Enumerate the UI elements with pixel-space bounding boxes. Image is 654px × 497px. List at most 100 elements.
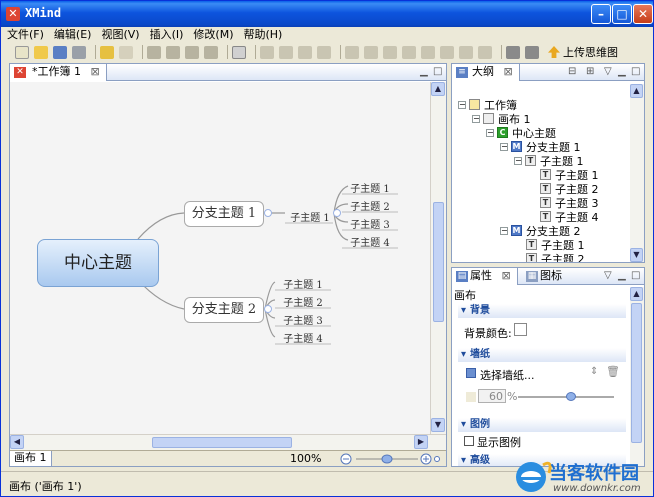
menu-file[interactable]: 文件(F) bbox=[7, 27, 44, 43]
tree-row[interactable]: − T 子主题 1 bbox=[514, 154, 584, 168]
new-icon[interactable] bbox=[15, 45, 29, 59]
maximize-view-icon[interactable]: □ bbox=[433, 66, 442, 77]
menu-modify[interactable]: 修改(M) bbox=[193, 27, 233, 43]
tree-row[interactable]: T 子主题 1 bbox=[526, 238, 585, 252]
branch-topic-2[interactable]: 分支主题 2 bbox=[184, 297, 264, 323]
tree-row[interactable]: − M 分支主题 2 bbox=[500, 224, 581, 238]
collapse-icon[interactable]: − bbox=[458, 100, 466, 109]
canvas-vertical-scrollbar[interactable]: ▲ ▼ bbox=[430, 82, 446, 434]
expand-all-icon[interactable]: ⊞ bbox=[586, 66, 594, 77]
redo-icon[interactable] bbox=[119, 45, 133, 59]
tree-row[interactable]: − 画布 1 bbox=[472, 112, 531, 126]
scroll-left-icon[interactable]: ◀ bbox=[10, 435, 24, 449]
image-icon[interactable] bbox=[364, 45, 378, 59]
cut-icon[interactable] bbox=[147, 45, 161, 59]
upload-map-button[interactable]: 上传思维图 bbox=[548, 44, 618, 60]
tree-row[interactable]: − M 分支主题 1 bbox=[500, 140, 581, 154]
spinner-icon[interactable]: ⇕ bbox=[590, 366, 598, 377]
back-icon[interactable] bbox=[506, 45, 520, 59]
insert-parent-icon[interactable] bbox=[298, 45, 312, 59]
label-icon[interactable] bbox=[459, 45, 473, 59]
branch-topic-1[interactable]: 分支主题 1 bbox=[184, 201, 264, 227]
minimize-button[interactable]: – bbox=[591, 4, 611, 24]
subtopic-b2-1[interactable]: 子主题 1 bbox=[273, 276, 333, 291]
collapse-all-icon[interactable]: ⊟ bbox=[568, 66, 576, 77]
opacity-input[interactable]: 60 bbox=[478, 389, 506, 403]
tree-row[interactable]: T 子主题 2 bbox=[540, 182, 599, 196]
undo-icon[interactable] bbox=[100, 45, 114, 59]
relationship-icon[interactable] bbox=[345, 45, 359, 59]
background-color-swatch[interactable] bbox=[514, 323, 527, 336]
print-icon[interactable] bbox=[72, 45, 86, 59]
tree-row[interactable]: − C 中心主题 bbox=[486, 126, 556, 140]
horizontal-scroll-thumb[interactable] bbox=[152, 437, 292, 448]
maximize-outline-icon[interactable]: □ bbox=[631, 66, 640, 77]
insert-subtopic-icon[interactable] bbox=[279, 45, 293, 59]
tree-row[interactable]: T 子主题 2 bbox=[526, 252, 585, 262]
collapse-icon[interactable]: − bbox=[514, 156, 522, 165]
subtopic-b1-1[interactable]: 子主题 1 bbox=[280, 209, 340, 224]
maximize-properties-icon[interactable]: □ bbox=[631, 270, 640, 281]
subtopic-b1-1-3[interactable]: 子主题 3 bbox=[340, 216, 400, 231]
boundary-icon[interactable] bbox=[383, 45, 397, 59]
properties-scrollbar[interactable]: ▲ bbox=[630, 287, 644, 466]
scroll-up-icon[interactable]: ▲ bbox=[630, 84, 643, 98]
subtopic-b2-3[interactable]: 子主题 3 bbox=[273, 312, 333, 327]
close-outline-tab-icon[interactable]: ⊠ bbox=[504, 65, 513, 78]
tab-icons[interactable]: ▦ 图标 bbox=[522, 268, 568, 285]
wallpaper-select[interactable]: 选择墙纸... bbox=[480, 367, 535, 383]
view-menu-icon[interactable]: ▽ bbox=[604, 270, 612, 281]
save-icon[interactable] bbox=[53, 45, 67, 59]
menu-view[interactable]: 视图(V) bbox=[101, 27, 139, 43]
collapse-icon[interactable]: − bbox=[500, 142, 508, 151]
export-icon[interactable] bbox=[232, 45, 246, 59]
collapse-icon[interactable]: − bbox=[472, 114, 480, 123]
menu-insert[interactable]: 插入(I) bbox=[150, 27, 184, 43]
properties-scroll-thumb[interactable] bbox=[631, 303, 642, 443]
trash-icon[interactable]: 🗑 bbox=[606, 365, 620, 378]
scroll-down-icon[interactable]: ▼ bbox=[630, 248, 643, 262]
hyperlink-icon[interactable] bbox=[478, 45, 492, 59]
maximize-button[interactable]: □ bbox=[612, 4, 632, 24]
close-properties-tab-icon[interactable]: ⊠ bbox=[502, 269, 511, 282]
collapse-icon[interactable]: − bbox=[486, 128, 494, 137]
collapse-icon[interactable]: − bbox=[500, 226, 508, 235]
scroll-right-icon[interactable]: ▶ bbox=[414, 435, 428, 449]
scroll-up-icon[interactable]: ▲ bbox=[431, 82, 445, 96]
close-tab-icon[interactable]: ⊠ bbox=[91, 65, 100, 78]
summary-icon[interactable] bbox=[440, 45, 454, 59]
copy-icon[interactable] bbox=[166, 45, 180, 59]
subtopic-b2-4[interactable]: 子主题 4 bbox=[273, 330, 333, 345]
minimize-view-icon[interactable]: ▁ bbox=[420, 66, 428, 77]
view-menu-icon[interactable]: ▽ bbox=[604, 66, 612, 77]
marker-icon[interactable] bbox=[421, 45, 435, 59]
subtopic-b2-2[interactable]: 子主题 2 bbox=[273, 294, 333, 309]
tree-row[interactable]: T 子主题 3 bbox=[540, 196, 599, 210]
tree-row[interactable]: − 工作簿 bbox=[458, 98, 517, 112]
tab-outline[interactable]: ≡ 大纲 ⊠ bbox=[452, 64, 520, 81]
subtopic-b1-1-1[interactable]: 子主题 1 bbox=[340, 180, 400, 195]
paste-icon[interactable] bbox=[185, 45, 199, 59]
tree-row[interactable]: T 子主题 4 bbox=[540, 210, 599, 224]
scroll-down-icon[interactable]: ▼ bbox=[431, 418, 445, 432]
forward-icon[interactable] bbox=[525, 45, 539, 59]
minimize-outline-icon[interactable]: ▁ bbox=[618, 66, 626, 77]
central-topic[interactable]: 中心主题 bbox=[37, 239, 159, 287]
zoom-slider[interactable] bbox=[340, 453, 440, 465]
insert-topic-icon[interactable] bbox=[260, 45, 274, 59]
note-icon[interactable] bbox=[402, 45, 416, 59]
tree-row[interactable]: T 子主题 1 bbox=[540, 168, 599, 182]
delete-icon[interactable] bbox=[204, 45, 218, 59]
insert-floating-icon[interactable] bbox=[317, 45, 331, 59]
menu-help[interactable]: 帮助(H) bbox=[243, 27, 282, 43]
sheet-tab-1[interactable]: 画布 1 bbox=[10, 451, 52, 466]
subtopic-b1-1-4[interactable]: 子主题 4 bbox=[340, 234, 400, 249]
mind-map-canvas[interactable]: 中心主题 分支主题 1 分支主题 2 子主题 1 子主题 1 子主题 2 子主题… bbox=[10, 82, 430, 434]
subtopic-b1-1-2[interactable]: 子主题 2 bbox=[340, 198, 400, 213]
scroll-up-icon[interactable]: ▲ bbox=[630, 287, 643, 301]
opacity-slider-thumb[interactable] bbox=[566, 392, 576, 401]
vertical-scroll-thumb[interactable] bbox=[433, 202, 444, 322]
tab-properties[interactable]: ▤ 属性 ⊠ bbox=[452, 268, 518, 285]
close-button[interactable]: ✕ bbox=[633, 4, 653, 24]
section-wallpaper[interactable]: 墙纸 bbox=[458, 348, 626, 362]
